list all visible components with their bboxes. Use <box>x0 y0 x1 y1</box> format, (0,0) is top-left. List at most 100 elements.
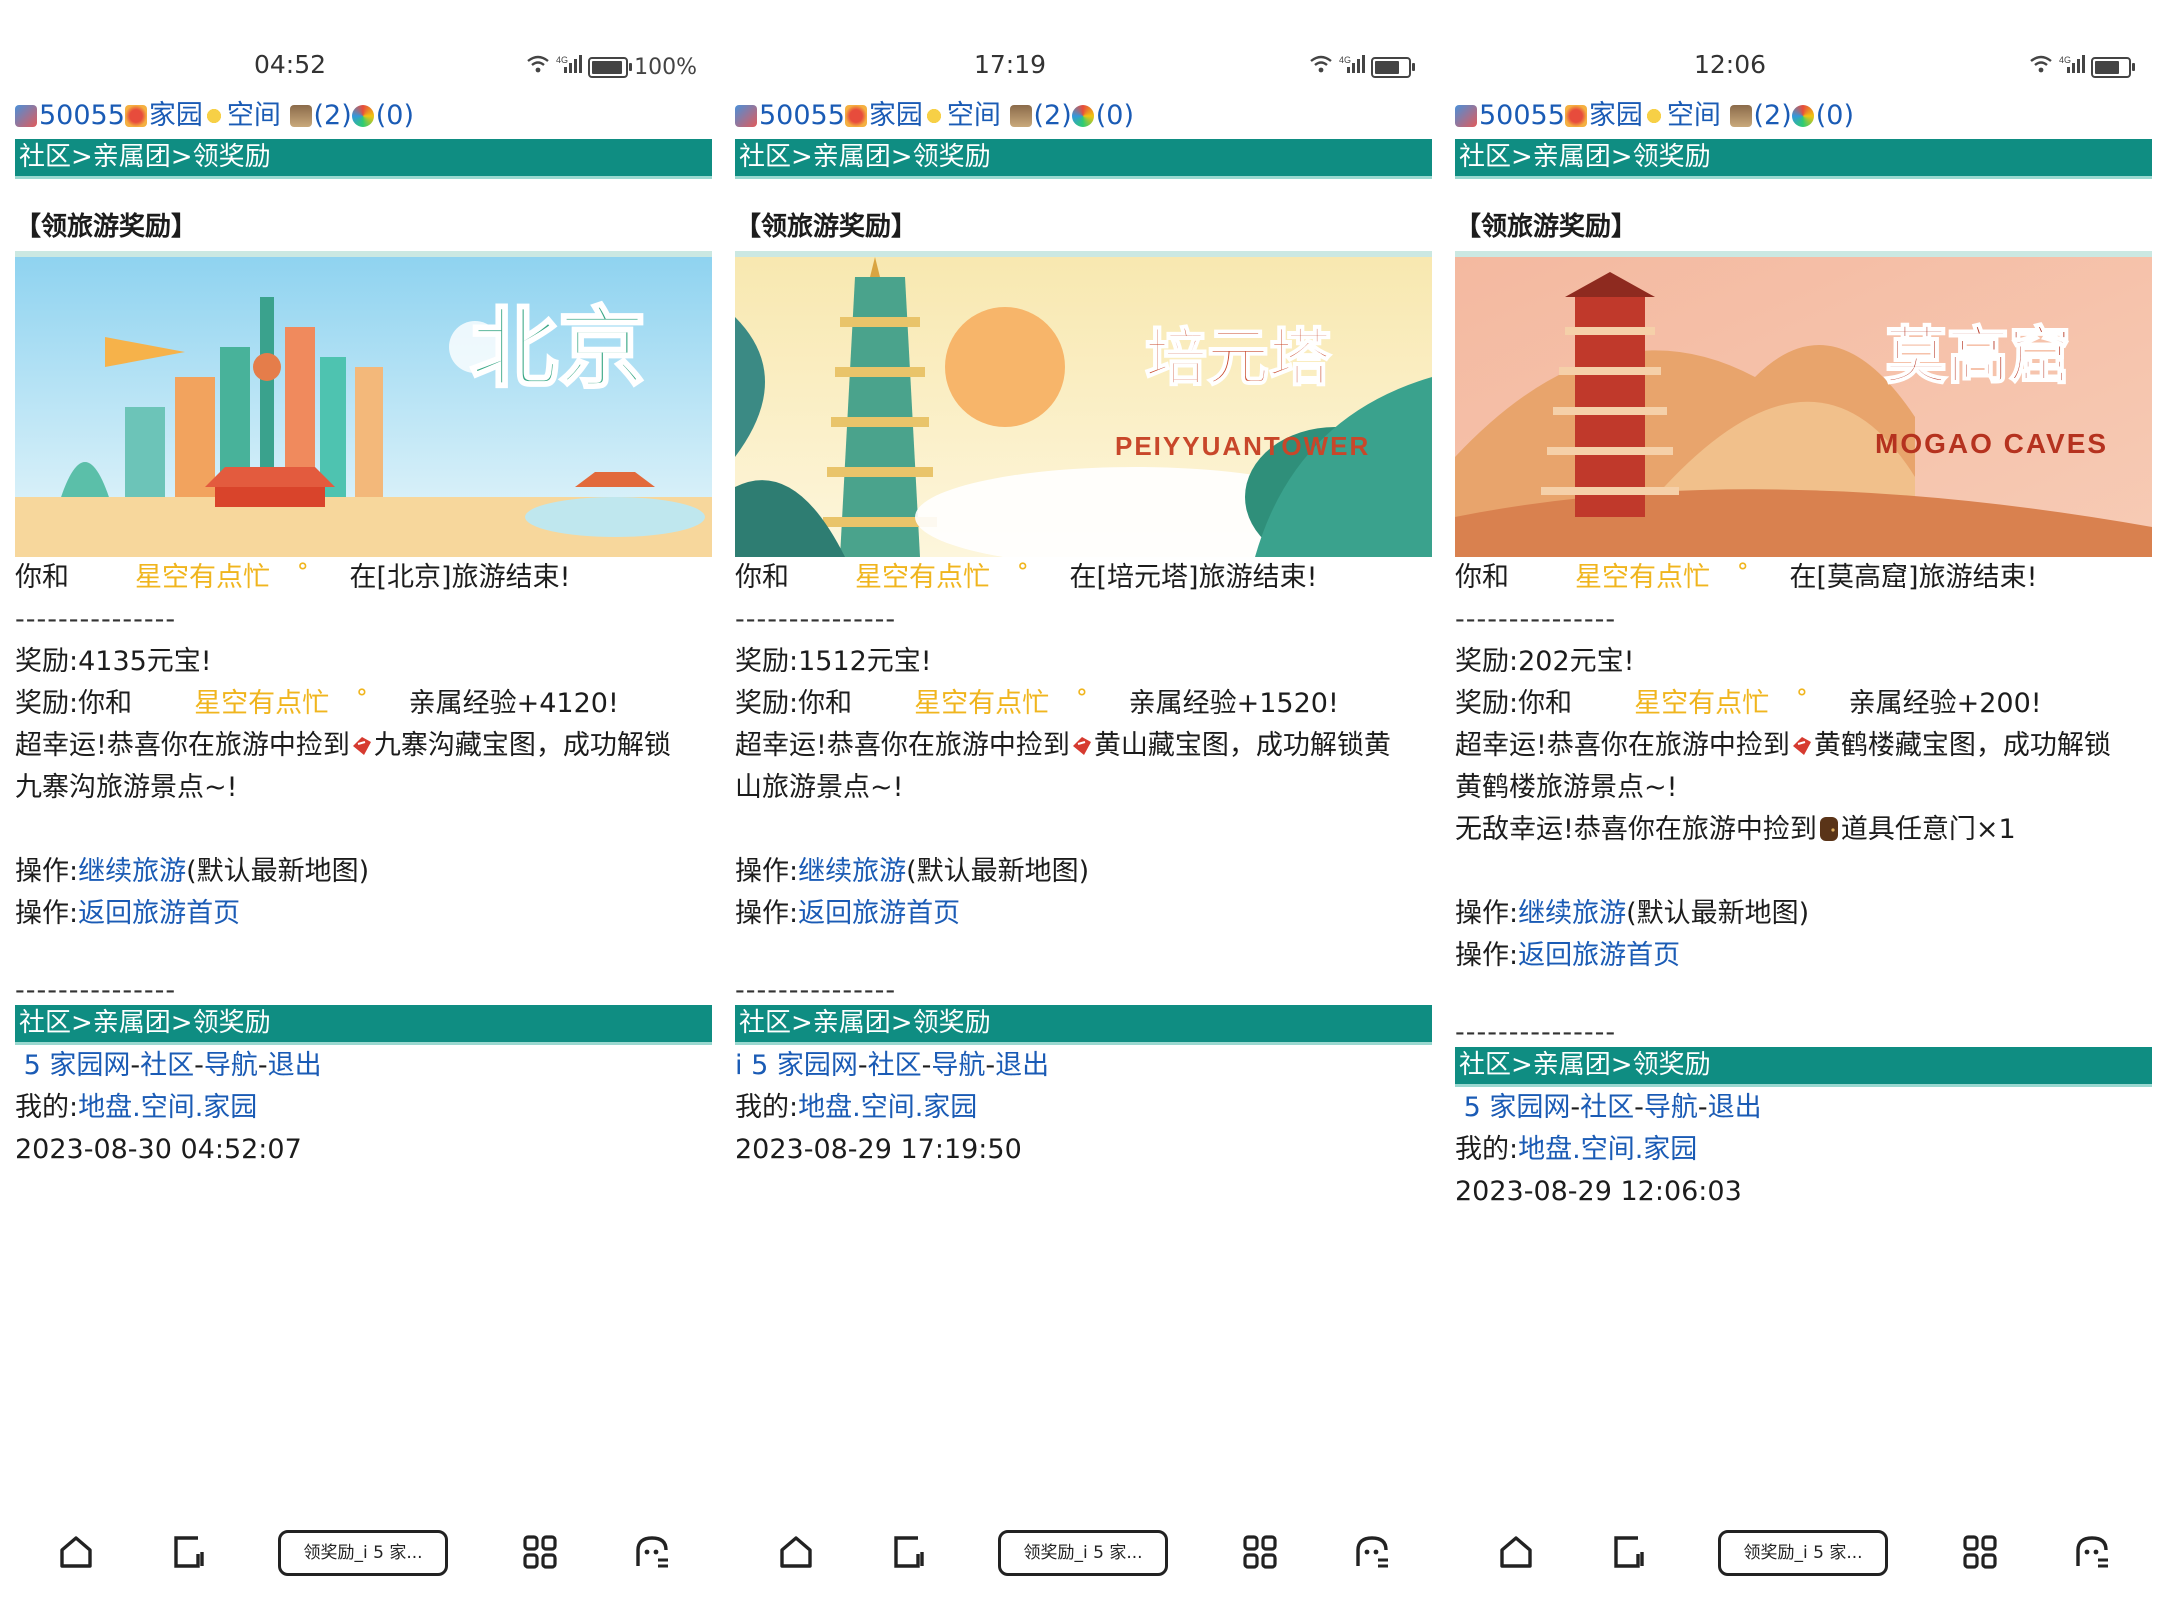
my-home-link[interactable]: 家园 <box>923 1092 977 1123</box>
home-link[interactable]: 家园 <box>149 100 203 131</box>
space-link[interactable]: 空间 <box>227 100 281 131</box>
current-tab-button[interactable]: 领奖励_i 5 家... <box>998 1530 1168 1576</box>
my-space-link[interactable]: 空间 <box>141 1092 195 1123</box>
user-id-link[interactable]: 50055 <box>1479 100 1565 131</box>
count-link-2[interactable]: (0) <box>376 100 414 131</box>
operation-continue: 操作:继续旅游(默认最新地图) <box>15 851 712 893</box>
my-home-link[interactable]: 家园 <box>1643 1134 1697 1165</box>
op-label: 操作: <box>1455 940 1519 971</box>
door-icon <box>1817 813 1841 841</box>
lucky-line-1: 超幸运!恭喜你在旅游中捡到 黄山藏宝图，成功解锁黄 <box>735 725 1432 767</box>
my-territory-link[interactable]: 地盘 <box>1518 1134 1572 1165</box>
count-link-1[interactable]: (2) <box>1034 100 1072 131</box>
community-link[interactable]: 社区 <box>1580 1092 1634 1123</box>
banner-title: 莫高窟 <box>1884 319 2072 392</box>
friend-name[interactable]: 星空有点忙 <box>914 688 1049 719</box>
community-link[interactable]: 社区 <box>140 1050 194 1081</box>
notes-icon[interactable] <box>884 1528 932 1576</box>
ring-icon <box>351 105 374 127</box>
clock: 04:52 <box>253 50 327 79</box>
lucky-text-2: 九寨沟藏宝图，成功解锁 <box>373 730 671 761</box>
current-tab-button[interactable]: 领奖励_i 5 家... <box>1718 1530 1888 1576</box>
battery-icon <box>1371 56 1415 78</box>
space-link[interactable]: 空间 <box>1667 100 1721 131</box>
site-link[interactable]: 5 家园网 <box>24 1050 131 1081</box>
friend-name[interactable]: 星空有点忙 <box>1575 562 1710 593</box>
ghost-icon[interactable] <box>2068 1528 2116 1576</box>
community-link[interactable]: 社区 <box>868 1050 922 1081</box>
user-topline: 50055 家园 空间 (2) (0) <box>15 96 712 136</box>
user-id-link[interactable]: 50055 <box>39 100 125 131</box>
count-link-2[interactable]: (0) <box>1816 100 1854 131</box>
continue-travel-link[interactable]: 继续旅游 <box>78 856 186 887</box>
breadcrumb[interactable]: 社区>亲属团>领奖励 <box>1455 139 2152 179</box>
home-icon[interactable] <box>52 1528 100 1576</box>
ghost-icon[interactable] <box>1348 1528 1396 1576</box>
continue-travel-link[interactable]: 继续旅游 <box>798 856 906 887</box>
friend-mark: ˚ <box>1736 562 1750 593</box>
op-label: 操作: <box>735 856 799 887</box>
return-home-link[interactable]: 返回旅游首页 <box>78 898 240 929</box>
home-link[interactable]: 家园 <box>869 100 923 131</box>
friend-name[interactable]: 星空有点忙 <box>1634 688 1769 719</box>
logout-link[interactable]: 退出 <box>268 1050 322 1081</box>
home-link[interactable]: 家园 <box>1589 100 1643 131</box>
count-link-2[interactable]: (0) <box>1096 100 1134 131</box>
lucky-text-2: 黄鹤楼藏宝图，成功解锁 <box>1813 730 2111 761</box>
nav-link[interactable]: 导航 <box>204 1050 258 1081</box>
grid-icon[interactable] <box>1236 1528 1284 1576</box>
count-link-1[interactable]: (2) <box>1754 100 1792 131</box>
my-territory-link[interactable]: 地盘 <box>78 1092 132 1123</box>
logout-link[interactable]: 退出 <box>1708 1092 1762 1123</box>
star-icon <box>202 105 225 127</box>
phone-panel-3: 12:06 4G 50055 家园 空间 (2) (0) 社区>亲属团>领奖励 【领旅… <box>1440 0 2160 1620</box>
home-badge-icon <box>124 105 147 127</box>
my-home-link[interactable]: 家园 <box>203 1092 257 1123</box>
op-label: 操作: <box>1455 898 1519 929</box>
site-link[interactable]: 5 家园网 <box>751 1050 858 1081</box>
return-home-link[interactable]: 返回旅游首页 <box>1518 940 1680 971</box>
wifi-icon <box>2029 54 2053 80</box>
footer-breadcrumb[interactable]: 社区>亲属团>领奖励 <box>1455 1047 2152 1087</box>
friend-name[interactable]: 星空有点忙 <box>194 688 329 719</box>
banner-title: 北京 <box>468 296 647 400</box>
footer-breadcrumb[interactable]: 社区>亲属团>领奖励 <box>15 1005 712 1045</box>
my-label: 我的: <box>15 1092 79 1123</box>
status-icons: 4G <box>1309 54 1417 80</box>
space-link[interactable]: 空间 <box>947 100 1001 131</box>
divider: --------------- <box>735 975 897 1006</box>
friend-mark: ˚ <box>1075 688 1089 719</box>
site-link[interactable]: 5 家园网 <box>1464 1092 1571 1123</box>
home-icon[interactable] <box>772 1528 820 1576</box>
friend-name[interactable]: 星空有点忙 <box>135 562 270 593</box>
reward-exp-prefix: 奖励:你和 <box>1455 688 1573 719</box>
friend-name[interactable]: 星空有点忙 <box>855 562 990 593</box>
my-territory-link[interactable]: 地盘 <box>798 1092 852 1123</box>
nav-link[interactable]: 导航 <box>931 1050 985 1081</box>
logout-link[interactable]: 退出 <box>995 1050 1049 1081</box>
browser-bottom-bar: 领奖励_i 5 家... <box>0 1522 720 1582</box>
my-space-link[interactable]: 空间 <box>861 1092 915 1123</box>
footer-breadcrumb[interactable]: 社区>亲属团>领奖励 <box>735 1005 1432 1045</box>
continue-travel-link[interactable]: 继续旅游 <box>1518 898 1626 929</box>
home-icon[interactable] <box>1492 1528 1540 1576</box>
nav-link[interactable]: 导航 <box>1644 1092 1698 1123</box>
grid-icon[interactable] <box>516 1528 564 1576</box>
battery-icon <box>588 56 633 78</box>
count-link-1[interactable]: (2) <box>314 100 352 131</box>
footer-prefix <box>1455 1092 1464 1123</box>
breadcrumb[interactable]: 社区>亲属团>领奖励 <box>735 139 1432 179</box>
operation-continue: 操作:继续旅游(默认最新地图) <box>1455 893 2152 935</box>
ghost-icon[interactable] <box>628 1528 676 1576</box>
signal-icon: 4G <box>556 54 583 80</box>
building-icon <box>289 105 312 127</box>
my-label: 我的: <box>735 1092 799 1123</box>
return-home-link[interactable]: 返回旅游首页 <box>798 898 960 929</box>
my-space-link[interactable]: 空间 <box>1581 1134 1635 1165</box>
grid-icon[interactable] <box>1956 1528 2004 1576</box>
current-tab-button[interactable]: 领奖励_i 5 家... <box>278 1530 448 1576</box>
user-id-link[interactable]: 50055 <box>759 100 845 131</box>
notes-icon[interactable] <box>1604 1528 1652 1576</box>
notes-icon[interactable] <box>164 1528 212 1576</box>
breadcrumb[interactable]: 社区>亲属团>领奖励 <box>15 139 712 179</box>
